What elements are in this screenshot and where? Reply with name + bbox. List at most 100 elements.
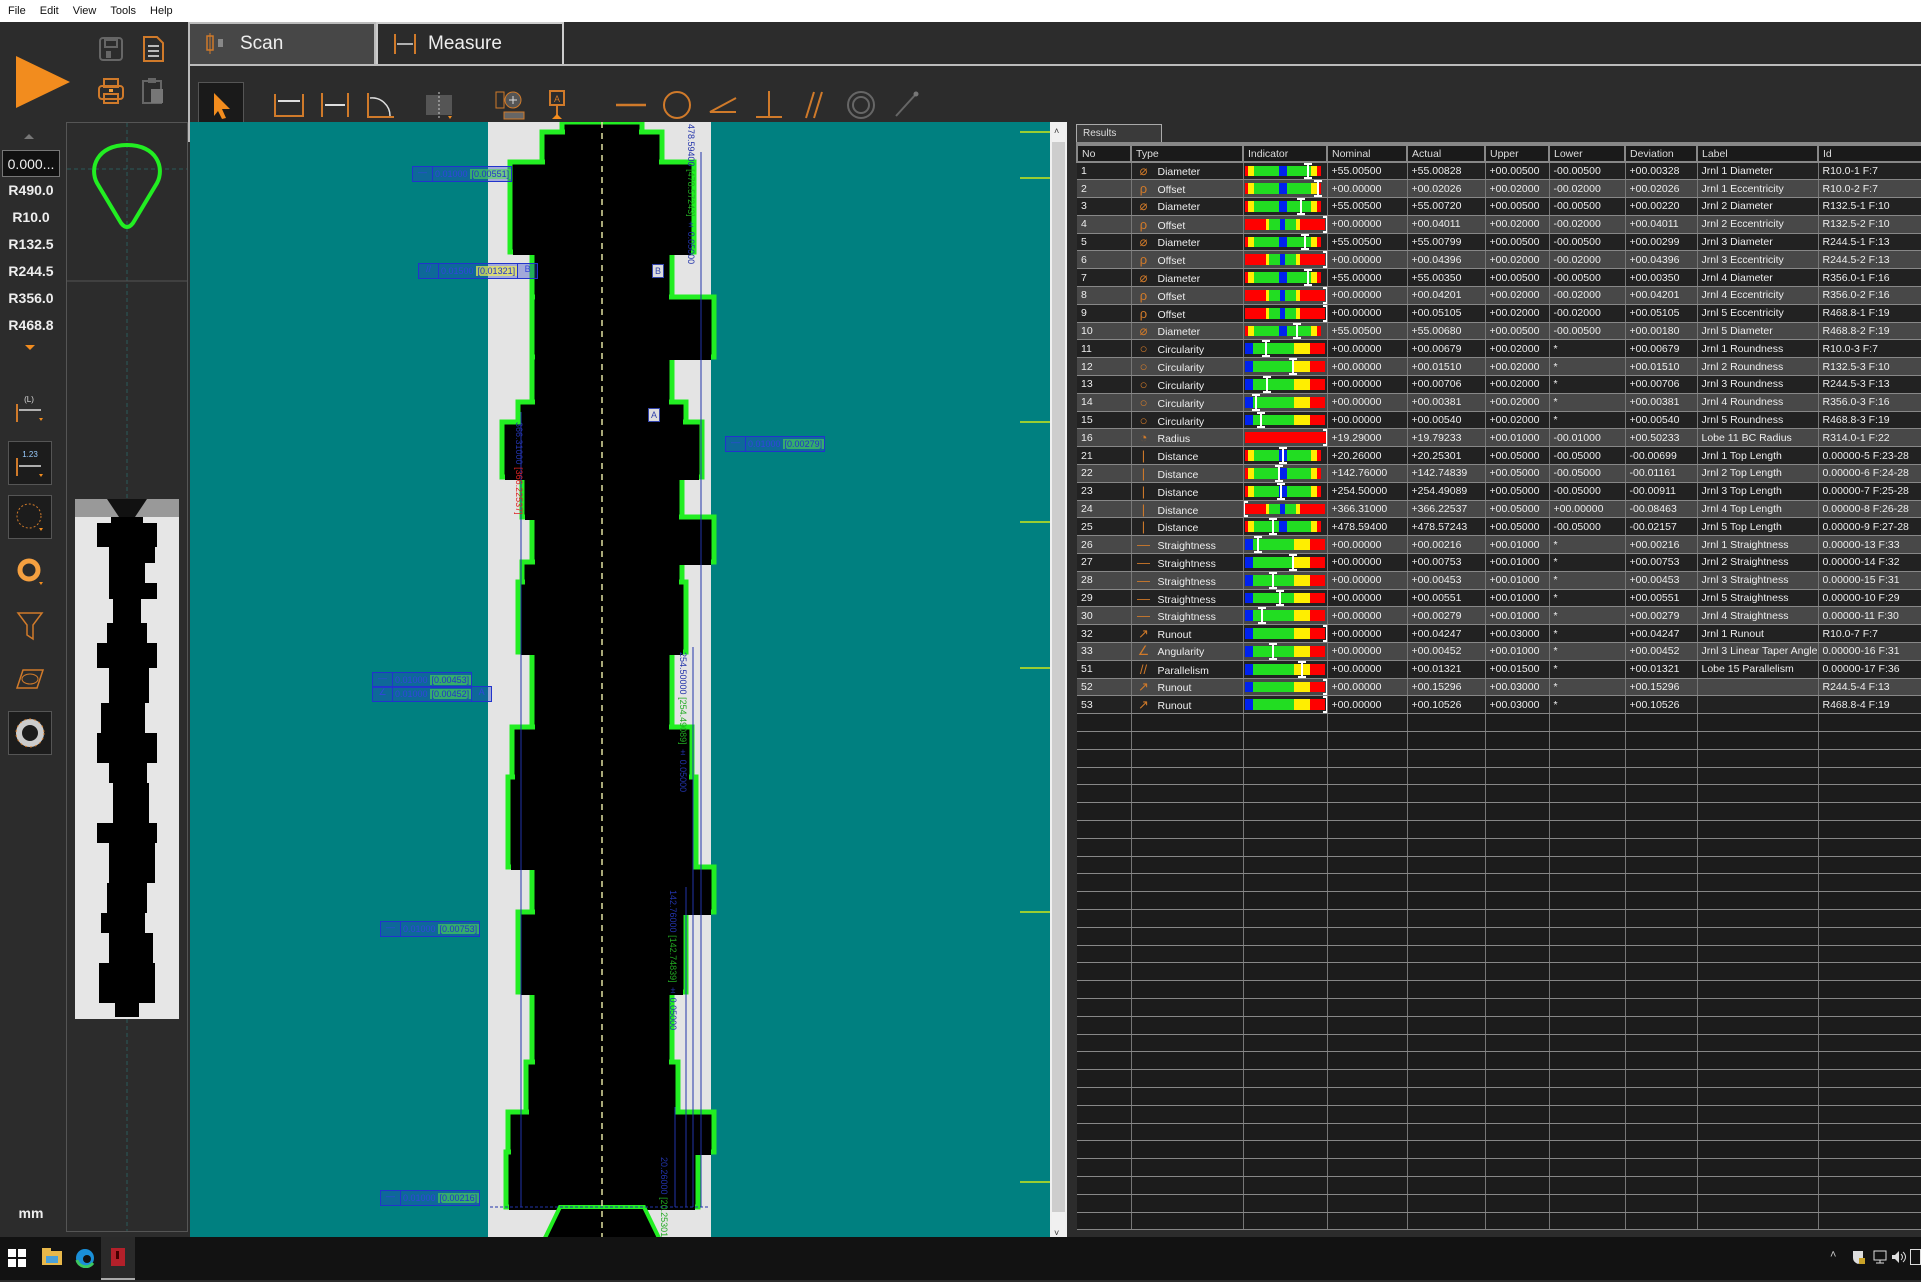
menu-edit[interactable]: Edit bbox=[40, 5, 59, 17]
column-header-nominal[interactable]: Nominal bbox=[1326, 144, 1408, 163]
fcf-parallelism[interactable]: // 0.01500 [0.01321] B bbox=[418, 263, 539, 279]
cell-id: 0.00000-15 F:31 bbox=[1818, 571, 1921, 590]
network-tray-icon[interactable] bbox=[1872, 1249, 1888, 1270]
result-row[interactable]: 5 ⌀ Diameter +55.00500 +55.00799 +00.00500 -00… bbox=[1077, 233, 1921, 252]
radius-scroll-down-icon[interactable] bbox=[25, 345, 35, 350]
results-tab[interactable]: Results bbox=[1076, 124, 1162, 142]
dim-label-478[interactable]: 478.59400 [478.57243] ± 0.05000 bbox=[686, 124, 696, 264]
circle-fit-tool[interactable] bbox=[8, 495, 52, 539]
taper-tool[interactable] bbox=[8, 603, 52, 647]
result-row[interactable]: 7 ⌀ Diameter +55.00000 +55.00350 +00.00500 -00… bbox=[1077, 268, 1921, 288]
fcf-straightness-5[interactable]: — 0.01000 [0.00216] bbox=[380, 1190, 481, 1206]
result-row[interactable]: 14 ○ Circularity +00.00000 +00.00381 +00.0200… bbox=[1077, 393, 1921, 412]
result-row[interactable]: 32 ↗ Runout +00.00000 +00.04247 +00.03000 * +00… bbox=[1077, 624, 1921, 644]
fcf-straightness-1[interactable]: — 0.01000 [0.00551] bbox=[412, 166, 513, 182]
indicator-marker bbox=[1278, 447, 1287, 464]
result-row[interactable]: 13 ○ Circularity +00.00000 +00.00706 +00.0200… bbox=[1077, 375, 1921, 394]
radius-item[interactable]: R244.5 bbox=[2, 258, 60, 285]
fcf-straightness-4[interactable]: — 0.01000 [0.00753] bbox=[380, 921, 481, 937]
result-row[interactable]: 16 ◔ Radius +19.29000 +19.79233 +00.01000 -00.… bbox=[1077, 428, 1921, 448]
scroll-up-icon[interactable]: ˄ bbox=[1054, 126, 1059, 136]
result-row[interactable]: 26— Straightness +00.00000 +00.00216 +00.010… bbox=[1077, 535, 1921, 555]
column-header-label[interactable]: Label bbox=[1696, 144, 1819, 163]
canvas-vertical-scrollbar[interactable]: ˄ ˅ bbox=[1050, 122, 1067, 1240]
menu-file[interactable]: File bbox=[8, 5, 26, 17]
radius-scroll-up-icon[interactable] bbox=[24, 134, 34, 139]
dim-label-142[interactable]: 142.76000 [142.74839] ± 0.05000 bbox=[668, 890, 678, 1030]
dim-label-20[interactable]: 20.26000 [20.25301] bbox=[659, 1157, 669, 1240]
result-row[interactable]: 51//Parallelism +00.00000 +00.01321 +00.015… bbox=[1077, 660, 1921, 679]
ring-tool[interactable] bbox=[8, 549, 52, 593]
result-row[interactable]: 33 ∠ Angularity +00.00000 +00.00452 +00.01000… bbox=[1077, 642, 1921, 661]
column-header-deviation[interactable]: Deviation bbox=[1624, 144, 1698, 163]
radius-current-field[interactable]: 0.000... bbox=[2, 150, 60, 177]
column-header-id[interactable]: Id bbox=[1817, 144, 1921, 163]
column-header-type[interactable]: Type bbox=[1130, 144, 1244, 163]
result-row[interactable]: 25 | Distance +478.59400 +478.57243 +00.05000… bbox=[1077, 517, 1921, 537]
result-row[interactable]: 9 ρ Offset +00.00000 +00.05105 +00.02000 -00.0… bbox=[1077, 304, 1921, 323]
column-header-no[interactable]: No bbox=[1076, 144, 1132, 163]
empty-cell bbox=[1327, 909, 1408, 928]
radius-item[interactable]: R490.0 bbox=[2, 177, 60, 204]
tab-scan[interactable]: Scan bbox=[188, 22, 376, 64]
dimension-tool[interactable]: 1.23 bbox=[8, 441, 52, 485]
result-row[interactable]: 4 ρ Offset +00.00000 +00.04011 +00.02000 -00.0… bbox=[1077, 215, 1921, 234]
notification-tray-icon[interactable] bbox=[1910, 1249, 1921, 1265]
result-row[interactable]: 1 ⌀ Diameter +55.00500 +55.00828 +00.00500 -00… bbox=[1077, 162, 1921, 181]
menu-tools[interactable]: Tools bbox=[110, 5, 136, 17]
start-button[interactable] bbox=[8, 1249, 26, 1272]
result-row[interactable]: 29— Straightness +00.00000 +00.00551 +00.010… bbox=[1077, 589, 1921, 608]
tray-chevron-icon[interactable]: ˄ bbox=[1830, 1249, 1836, 1261]
clipboard-button[interactable] bbox=[136, 74, 170, 108]
radius-item[interactable]: R132.5 bbox=[2, 231, 60, 258]
result-row[interactable]: 21 | Distance +20.26000 +20.25301 +00.05000 -0… bbox=[1077, 446, 1921, 466]
result-row[interactable]: 3 ⌀ Diameter +55.00500 +55.00720 +00.00500 -00… bbox=[1077, 197, 1921, 216]
column-header-upper[interactable]: Upper bbox=[1484, 144, 1550, 163]
radius-item[interactable]: R10.0 bbox=[2, 204, 60, 231]
app-taskbar-button[interactable] bbox=[101, 1237, 135, 1280]
type-label: Circularity bbox=[1157, 397, 1205, 410]
run-button[interactable] bbox=[12, 42, 74, 122]
security-tray-icon[interactable] bbox=[1851, 1249, 1867, 1270]
dim-label-254[interactable]: 254.50000 [254.49089] ± 0.05000 bbox=[678, 652, 688, 792]
result-row[interactable]: 23 | Distance +254.50000 +254.49089 +00.05000… bbox=[1077, 482, 1921, 501]
measure-canvas[interactable]: — 0.01000 [0.00551] // 0.01500 [0.01321]… bbox=[190, 122, 1067, 1240]
scroll-thumb[interactable] bbox=[1052, 142, 1065, 1212]
column-header-indicator[interactable]: Indicator bbox=[1242, 144, 1328, 163]
radius-item[interactable]: R356.0 bbox=[2, 285, 60, 312]
result-row[interactable]: 6 ρ Offset +00.00000 +00.04396 +00.02000 -00.0… bbox=[1077, 250, 1921, 270]
result-row[interactable]: 53 ↗ Runout +00.00000 +00.10526 +00.03000 * +00… bbox=[1077, 695, 1921, 715]
gear-tool[interactable] bbox=[8, 711, 52, 755]
result-row[interactable]: 15 ○ Circularity +00.00000 +00.00540 +00.0200… bbox=[1077, 411, 1921, 430]
fcf-angularity[interactable]: ∠ 0.01000 [0.00452] A bbox=[372, 686, 493, 702]
menu-view[interactable]: View bbox=[73, 5, 97, 17]
result-row[interactable]: 28— Straightness +00.00000 +00.00453 +00.010… bbox=[1077, 571, 1921, 590]
report-button[interactable] bbox=[136, 32, 170, 66]
tab-measure[interactable]: Measure bbox=[376, 22, 564, 64]
column-header-actual[interactable]: Actual bbox=[1406, 144, 1486, 163]
edge-browser-button[interactable] bbox=[75, 1248, 95, 1273]
result-row[interactable]: 12 ○ Circularity +00.00000 +00.01510 +00.0200… bbox=[1077, 357, 1921, 377]
print-button[interactable] bbox=[94, 74, 128, 108]
result-row[interactable]: 8 ρ Offset +00.00000 +00.04201 +00.02000 -00.0… bbox=[1077, 286, 1921, 305]
result-row[interactable]: 22 | Distance +142.76000 +142.74839 +00.05000… bbox=[1077, 464, 1921, 483]
result-row[interactable]: 27— Straightness +00.00000 +00.00753 +00.010… bbox=[1077, 553, 1921, 572]
dim-label-366[interactable]: 366.31000 [366.22537] bbox=[514, 422, 524, 515]
radius-item[interactable]: R468.8 bbox=[2, 312, 60, 339]
result-row[interactable]: 10 ⌀ Diameter +55.00500 +55.00680 +00.00500 -0… bbox=[1077, 322, 1921, 341]
result-row[interactable]: 30— Straightness +00.00000 +00.00279 +00.010… bbox=[1077, 606, 1921, 626]
result-row[interactable]: 52 ↗ Runout +00.00000 +00.15296 +00.03000 * +00… bbox=[1077, 678, 1921, 697]
column-header-lower[interactable]: Lower bbox=[1548, 144, 1626, 163]
flatness-tool[interactable] bbox=[8, 657, 52, 701]
cell-actual: +00.01321 bbox=[1407, 660, 1486, 679]
length-tool[interactable]: (L) bbox=[8, 387, 52, 431]
menu-help[interactable]: Help bbox=[150, 5, 173, 17]
save-button[interactable] bbox=[94, 32, 128, 66]
volume-tray-icon[interactable] bbox=[1891, 1249, 1907, 1270]
indicator-segment bbox=[1310, 379, 1326, 390]
result-row[interactable]: 11 ○ Circularity +00.00000 +00.00679 +00.0200… bbox=[1077, 339, 1921, 359]
file-explorer-button[interactable] bbox=[42, 1248, 62, 1271]
result-row[interactable]: 24 | Distance +366.31000 +366.22537 +00.05000… bbox=[1077, 500, 1921, 519]
result-row[interactable]: 2 ρ Offset +00.00000 +00.02026 +00.02000 -00.0… bbox=[1077, 179, 1921, 199]
fcf-straightness-2[interactable]: — 0.01000 [0.00279] bbox=[725, 436, 826, 452]
